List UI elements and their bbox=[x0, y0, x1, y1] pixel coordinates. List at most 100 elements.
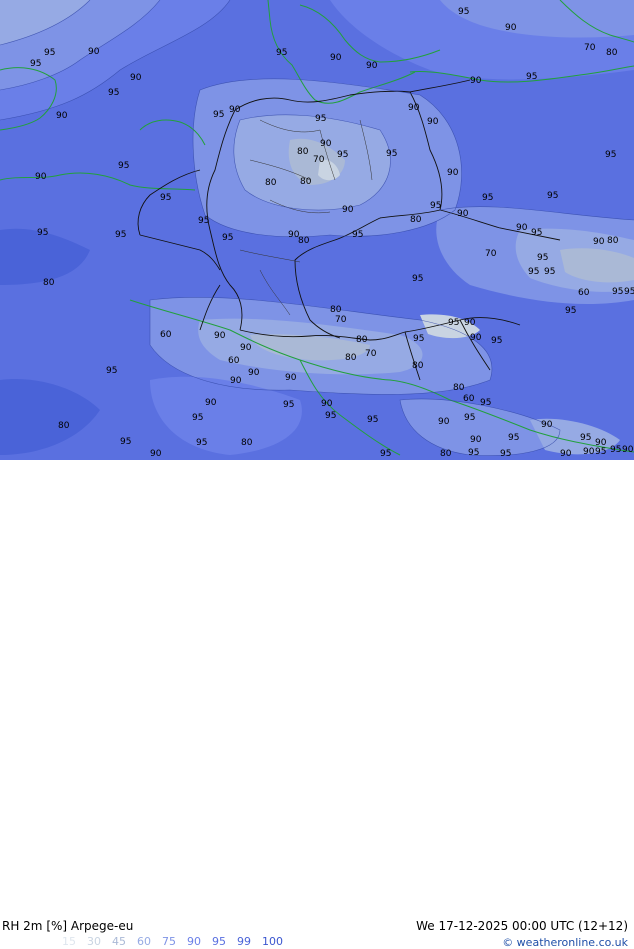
contour-label: 90 bbox=[583, 447, 595, 457]
rh-map[interactable]: 95 90 95 90 95 70 80 95 90 90 95 90 90 95 90 95 90 90 95 90… bbox=[0, 0, 634, 460]
contour-label: 80 bbox=[345, 353, 357, 363]
contour-label: 95 bbox=[612, 287, 623, 297]
contour-label: 70 bbox=[365, 349, 377, 359]
contour-label: 95 bbox=[526, 72, 537, 82]
contour-label: 90 bbox=[447, 168, 459, 178]
contour-label: 95 bbox=[367, 415, 378, 425]
contour-label: 80 bbox=[356, 335, 368, 345]
contour-label: 95 bbox=[108, 88, 119, 98]
contour-label: 95 bbox=[537, 253, 548, 263]
contour-label: 95 bbox=[531, 228, 542, 238]
contour-label: 80 bbox=[607, 236, 619, 246]
legend-item-60: 60 bbox=[137, 935, 151, 948]
contour-label: 95 bbox=[198, 216, 209, 226]
contour-label: 95 bbox=[430, 201, 441, 211]
contour-label: 95 bbox=[547, 191, 558, 201]
contour-label: 80 bbox=[58, 421, 70, 431]
contour-label: 90 bbox=[342, 205, 354, 215]
legend-item-95: 95 bbox=[212, 935, 226, 948]
contour-label: 90 bbox=[408, 103, 420, 113]
contour-label: 95 bbox=[222, 233, 233, 243]
contour-label: 80 bbox=[43, 278, 55, 288]
contour-label: 80 bbox=[300, 177, 312, 187]
contour-label: 60 bbox=[463, 394, 475, 404]
contour-label: 90 bbox=[470, 333, 482, 343]
contour-label: 90 bbox=[56, 111, 68, 121]
contour-label: 95 bbox=[491, 336, 502, 346]
contour-label: 95 bbox=[448, 318, 459, 328]
contour-label: 95 bbox=[325, 411, 336, 421]
contour-label: 80 bbox=[297, 147, 309, 157]
contour-label: 95 bbox=[115, 230, 126, 240]
contour-label: 95 bbox=[412, 274, 423, 284]
contour-label: 95 bbox=[500, 449, 511, 459]
contour-label: 95 bbox=[480, 398, 491, 408]
legend-item-99: 99 bbox=[237, 935, 251, 948]
contour-label: 90 bbox=[229, 105, 241, 115]
contour-label: 90 bbox=[427, 117, 439, 127]
contour-label: 80 bbox=[440, 449, 452, 459]
contour-label: 95 bbox=[508, 433, 519, 443]
contour-label: 95 bbox=[196, 438, 207, 448]
legend-item-30: 30 bbox=[87, 935, 101, 948]
contour-label: 95 bbox=[160, 193, 171, 203]
credit[interactable]: © weatheronline.co.uk bbox=[502, 936, 628, 949]
contour-label: 95 bbox=[337, 150, 348, 160]
contour-label: 95 bbox=[528, 267, 539, 277]
color-legend: 15 30 45 60 75 90 95 99 100 bbox=[62, 935, 294, 948]
contour-label: 95 bbox=[580, 433, 591, 443]
contour-label: 90 bbox=[330, 53, 342, 63]
contour-label: 90 bbox=[560, 449, 572, 459]
legend-item-75: 75 bbox=[162, 935, 176, 948]
contour-label: 90 bbox=[248, 368, 260, 378]
contour-label: 90 bbox=[205, 398, 217, 408]
contour-label: 95 bbox=[595, 447, 606, 457]
legend-item-90: 90 bbox=[187, 935, 201, 948]
contour-label: 95 bbox=[565, 306, 576, 316]
contour-label: 70 bbox=[335, 315, 347, 325]
contour-label: 90 bbox=[593, 237, 605, 247]
contour-label: 80 bbox=[298, 236, 310, 246]
contour-label: 80 bbox=[412, 361, 424, 371]
contour-label: 95 bbox=[118, 161, 129, 171]
contour-label: 90 bbox=[35, 172, 47, 182]
contour-label: 90 bbox=[150, 449, 162, 459]
contour-label: 90 bbox=[214, 331, 226, 341]
contour-label: 95 bbox=[458, 7, 469, 17]
contour-label: 60 bbox=[578, 288, 590, 298]
contour-label: 90 bbox=[366, 61, 378, 71]
contour-label: 80 bbox=[606, 48, 618, 58]
contour-label: 80 bbox=[330, 305, 342, 315]
contour-label: 90 bbox=[240, 343, 252, 353]
contour-label: 95 bbox=[386, 149, 397, 159]
contour-label: 95 bbox=[468, 448, 479, 458]
contour-label: 95 bbox=[352, 230, 363, 240]
contour-label: 95 bbox=[624, 287, 634, 297]
contour-label: 95 bbox=[610, 445, 621, 455]
contour-label: 90 bbox=[285, 373, 297, 383]
contour-label: 95 bbox=[276, 48, 287, 58]
map-svg: 959095 909570 8095 90909590909590 95 90 9095 90… bbox=[0, 0, 634, 460]
contour-label: 95 bbox=[380, 449, 391, 459]
contour-label: 95 bbox=[315, 114, 326, 124]
contour-label: 80 bbox=[410, 215, 422, 225]
contour-label: 95 bbox=[44, 48, 55, 58]
contour-label: 95 bbox=[283, 400, 294, 410]
contour-label: 80 bbox=[265, 178, 277, 188]
contour-label: 90 bbox=[470, 435, 482, 445]
contour-label: 70 bbox=[584, 43, 596, 53]
contour-label: 70 bbox=[485, 249, 497, 259]
contour-label: 90 bbox=[130, 73, 142, 83]
contour-label: 80 bbox=[453, 383, 465, 393]
credit-text: © weatheronline.co.uk bbox=[502, 936, 628, 949]
legend-item-15: 15 bbox=[62, 935, 76, 948]
map-valid-time: We 17-12-2025 00:00 UTC (12+12) bbox=[416, 919, 628, 933]
contour-label: 90 bbox=[516, 223, 528, 233]
contour-label: 90 bbox=[230, 376, 242, 386]
contour-label: 95 bbox=[106, 366, 117, 376]
map-title: RH 2m [%] Arpege-eu bbox=[2, 919, 134, 933]
contour-label: 90 bbox=[541, 420, 553, 430]
contour-label: 95 bbox=[120, 437, 131, 447]
contour-label: 90 bbox=[438, 417, 450, 427]
contour-label: 80 bbox=[241, 438, 253, 448]
